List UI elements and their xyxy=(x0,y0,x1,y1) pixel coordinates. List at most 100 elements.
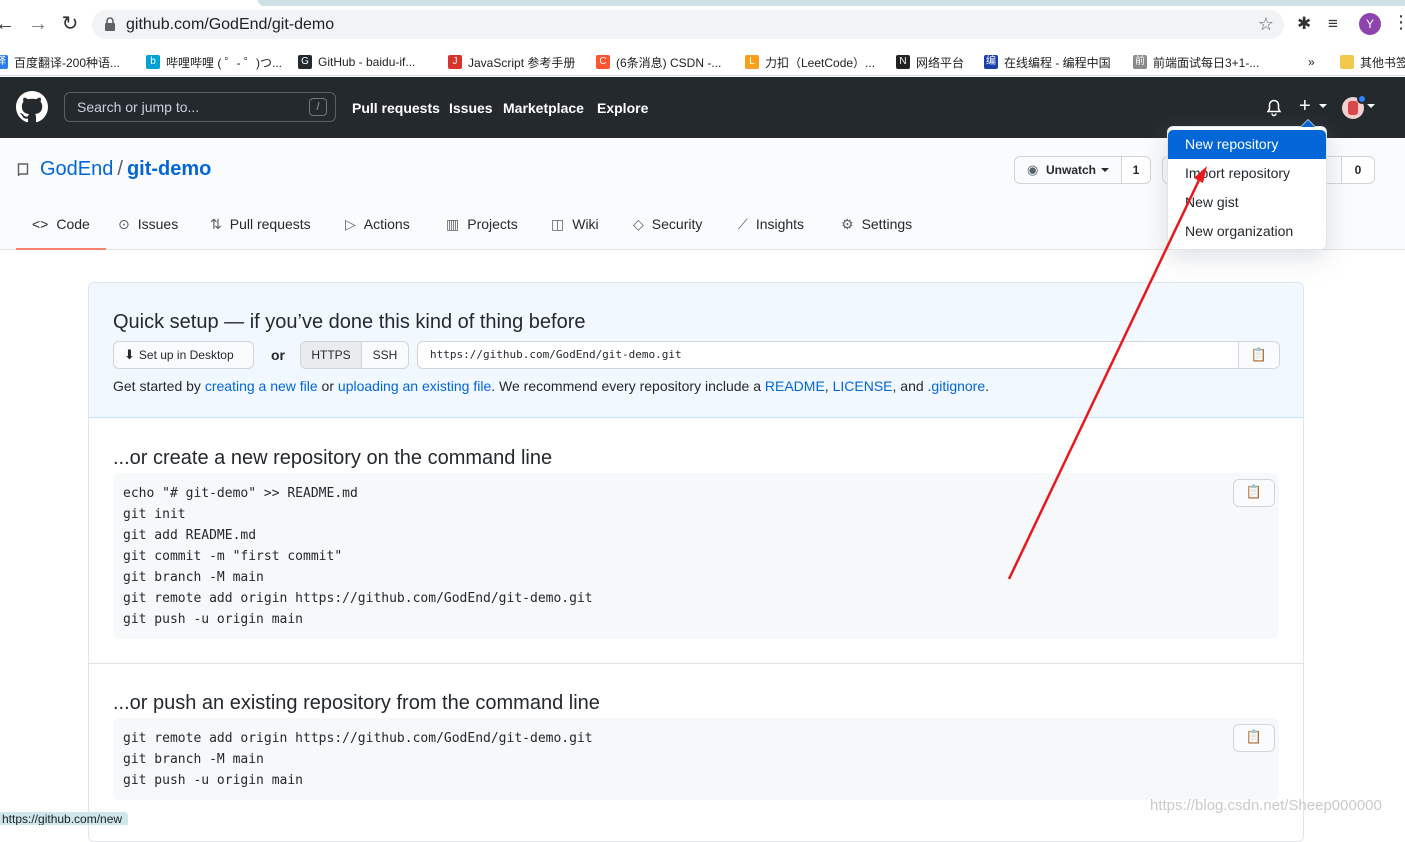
license-link[interactable]: LICENSE xyxy=(833,378,893,394)
tab-settings[interactable]: ⚙ Settings xyxy=(841,216,912,250)
nav-marketplace[interactable]: Marketplace xyxy=(503,100,584,116)
tab-label: Issues xyxy=(137,216,179,232)
tab-issues[interactable]: ⊙ Issues xyxy=(118,216,178,250)
bookmark-item[interactable]: C (6条消息) CSDN -... xyxy=(596,54,721,70)
tab-projects[interactable]: ▥ Projects xyxy=(446,216,518,250)
avatar-status-dot xyxy=(1357,94,1367,104)
code-line: git branch -M main xyxy=(123,752,264,767)
nav-issues[interactable]: Issues xyxy=(449,100,493,116)
gear-icon: ⚙ xyxy=(841,216,854,232)
address-bar[interactable]: github.com/GodEnd/git-demo ☆ xyxy=(92,10,1284,39)
tab-label: Insights xyxy=(755,216,805,232)
copy-push-commands-button[interactable]: 📋 xyxy=(1233,724,1275,752)
menu-item-new-gist[interactable]: New gist xyxy=(1168,188,1326,217)
tab-insights[interactable]: ⟋ Insights xyxy=(738,216,804,250)
bookmark-star-icon[interactable]: ☆ xyxy=(1258,14,1274,35)
browser-profile-avatar[interactable]: Y xyxy=(1359,13,1381,35)
https-button[interactable]: HTTPS xyxy=(300,341,362,369)
star-count[interactable]: 0 xyxy=(1341,156,1375,184)
github-logo-icon[interactable] xyxy=(16,91,48,123)
watch-count[interactable]: 1 xyxy=(1121,156,1151,184)
bookmark-item[interactable]: 编在线编程 - 编程中国 xyxy=(984,54,1111,70)
bookmark-favicon-icon: 编 xyxy=(984,55,998,69)
push-repo-title: ...or push an existing repository from t… xyxy=(113,692,600,714)
more-bookmarks-button[interactable]: » xyxy=(1308,54,1315,70)
nav-pull-requests[interactable]: Pull requests xyxy=(352,100,440,116)
forward-arrow-icon[interactable]: → xyxy=(27,13,49,35)
bookmark-item[interactable]: 译百度翻译-200种语... xyxy=(0,54,120,70)
bookmark-favicon-icon: C xyxy=(596,55,610,69)
unwatch-button[interactable]: ◉ Unwatch xyxy=(1014,156,1122,184)
create-repo-code-block: 📋 echo "# git-demo" >> README.md git init… xyxy=(113,473,1279,639)
setup-desktop-button[interactable]: ⬇ Set up in Desktop xyxy=(113,341,254,369)
repo-title: GodEnd / git-demo xyxy=(40,158,211,181)
clipboard-icon: 📋 xyxy=(1245,485,1263,500)
bookmark-label: 网络平台 xyxy=(916,55,965,70)
code-line: git remote add origin https://github.com… xyxy=(123,731,593,746)
bookmark-label: 力扣（LeetCode）... xyxy=(765,55,876,70)
create-new-file-link[interactable]: creating a new file xyxy=(205,378,318,394)
back-arrow-icon[interactable]: ← xyxy=(0,13,16,35)
tab-actions[interactable]: ▷ Actions xyxy=(345,216,410,250)
bookmark-item[interactable]: L 力扣（LeetCode）... xyxy=(745,54,875,70)
shield-icon: ◇ xyxy=(633,216,644,232)
search-placeholder: Search or jump to... xyxy=(77,99,200,115)
menu-item-import-repository[interactable]: Import repository xyxy=(1168,159,1326,188)
push-repo-section: ...or push an existing repository from t… xyxy=(89,664,1303,841)
reload-icon[interactable]: ↻ xyxy=(59,13,81,35)
bookmark-favicon-icon: G xyxy=(298,55,312,69)
ssh-button[interactable]: SSH xyxy=(361,341,409,369)
bookmark-item[interactable]: b 哔哩哔哩 ( ゜- ゜)つ... xyxy=(146,54,282,70)
menu-item-new-organization[interactable]: New organization xyxy=(1168,217,1326,246)
bookmark-item[interactable]: N 网络平台 xyxy=(896,54,964,70)
bookmark-favicon-icon: 前 xyxy=(1133,55,1147,69)
other-bookmarks-folder[interactable]: 其他书签 xyxy=(1340,54,1405,70)
get-started-text-2: or xyxy=(317,378,338,394)
tab-code[interactable]: <> Code xyxy=(16,216,106,250)
tab-wiki[interactable]: ◫ Wiki xyxy=(551,216,599,250)
create-new-plus-icon[interactable]: + xyxy=(1299,95,1311,118)
bell-icon[interactable] xyxy=(1266,99,1282,117)
empty-repo-setup-box: Quick setup — if you’ve done this kind o… xyxy=(88,282,1304,842)
bookmark-item[interactable]: G GitHub - baidu-if... xyxy=(298,54,415,70)
watermark: https://blog.csdn.net/Sheep000000 xyxy=(1150,797,1382,814)
repo-name-link[interactable]: git-demo xyxy=(127,158,211,180)
clone-url-input[interactable]: https://github.com/GodEnd/git-demo.git xyxy=(417,341,1239,369)
readme-link[interactable]: README xyxy=(765,378,825,394)
bookmark-label: GitHub - baidu-if... xyxy=(318,55,416,69)
push-repo-code-block: 📋 git remote add origin https://github.c… xyxy=(113,718,1279,800)
media-queue-icon[interactable]: ≡ xyxy=(1328,14,1338,34)
search-input[interactable]: Search or jump to... / xyxy=(64,92,336,122)
tab-pull-requests[interactable]: ⇅ Pull requests xyxy=(210,216,311,250)
bookmark-label: JavaScript 参考手册 xyxy=(468,55,576,70)
menu-item-new-repository[interactable]: New repository xyxy=(1168,130,1326,159)
extensions-puzzle-icon[interactable]: ✱ xyxy=(1297,14,1311,34)
code-line: git push -u origin main xyxy=(123,612,304,627)
repo-owner-link[interactable]: GodEnd xyxy=(40,158,113,180)
get-started-text-4: , xyxy=(824,378,833,394)
folder-icon xyxy=(1340,55,1354,69)
pull-request-icon: ⇅ xyxy=(210,216,222,232)
bookmark-label: 哔哩哔哩 ( ゜- ゜)つ... xyxy=(166,55,282,70)
copy-url-button[interactable]: 📋 xyxy=(1238,341,1280,369)
bookmark-item[interactable]: J JavaScript 参考手册 xyxy=(448,54,575,70)
tab-security[interactable]: ◇ Security xyxy=(633,216,702,250)
upload-file-link[interactable]: uploading an existing file xyxy=(338,378,491,394)
avatar-chevron-down-icon xyxy=(1367,104,1375,108)
other-bookmarks-label: 其他书签 xyxy=(1360,55,1405,70)
code-line: echo "# git-demo" >> README.md xyxy=(123,486,358,501)
repo-icon xyxy=(17,163,29,177)
or-label: or xyxy=(271,347,285,363)
gitignore-link[interactable]: .gitignore xyxy=(928,378,986,394)
get-started-text-1: Get started by xyxy=(113,378,205,394)
copy-create-commands-button[interactable]: 📋 xyxy=(1233,479,1275,507)
bookmark-item[interactable]: 前前端面试每日3+1-... xyxy=(1133,54,1259,70)
lock-icon xyxy=(105,17,115,31)
graph-icon: ⟋ xyxy=(738,216,748,232)
bookmark-label: 前端面试每日3+1-... xyxy=(1153,55,1260,70)
repo-title-separator: / xyxy=(117,158,123,180)
browser-menu-icon[interactable]: ⋮ xyxy=(1392,12,1405,33)
tab-label: Actions xyxy=(363,216,410,232)
nav-explore[interactable]: Explore xyxy=(597,100,648,116)
unwatch-label: Unwatch xyxy=(1046,163,1097,177)
